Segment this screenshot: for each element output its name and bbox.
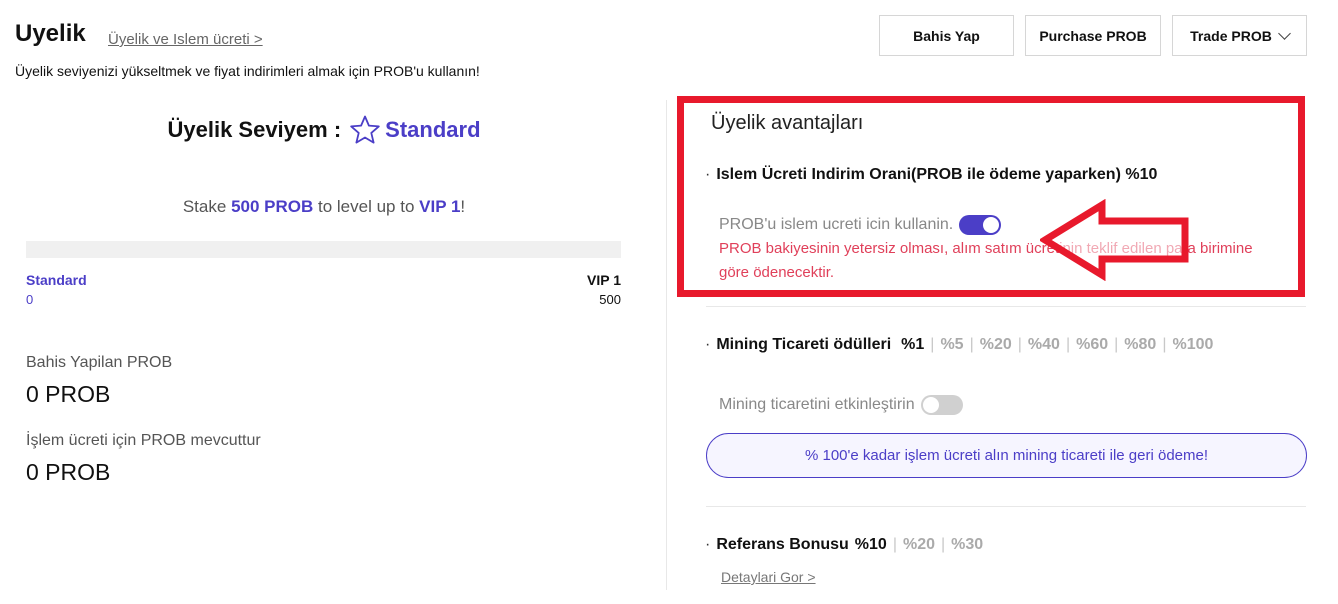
level-progress-bar	[26, 241, 621, 258]
mining-tier: %100	[1172, 336, 1214, 353]
trade-prob-dropdown[interactable]: Trade PROB	[1172, 15, 1307, 56]
tier-separator: |	[941, 536, 946, 553]
progress-to-value: 500	[599, 292, 621, 307]
mining-tier: %80	[1124, 336, 1157, 353]
referral-active-tier: %10	[854, 536, 887, 553]
staked-prob-label: Bahis Yapilan PROB	[26, 354, 173, 371]
referral-tier: %20	[902, 536, 936, 553]
toggle-knob	[922, 397, 939, 413]
stake-instruction: Stake 500 PROB to level up to VIP 1!	[0, 197, 648, 217]
bet-button[interactable]: Bahis Yap	[879, 15, 1014, 56]
star-outline-icon	[350, 115, 380, 144]
membership-level: Üyelik Seviyem : Standard	[0, 114, 648, 146]
mining-rewards-label: Mining Ticareti ödülleri	[716, 336, 892, 353]
section-divider	[706, 306, 1306, 307]
referral-tier: %30	[951, 536, 984, 553]
tier-separator: |	[1162, 336, 1167, 353]
page-title: Uyelik	[15, 20, 86, 47]
stake-prefix: Stake	[182, 197, 227, 216]
tier-separator: |	[892, 536, 897, 553]
referral-bonus-feature: · Referans Bonusu %10 | %20 | %30	[705, 536, 983, 554]
mining-tier: %60	[1076, 336, 1109, 353]
progress-to-label: VIP 1	[587, 272, 621, 288]
pointer-arrow-icon	[1040, 199, 1189, 281]
tier-separator: |	[1017, 336, 1022, 353]
referral-bonus-label: Referans Bonusu	[716, 536, 849, 553]
section-divider	[706, 506, 1306, 507]
membership-fee-link[interactable]: Üyelik ve Islem ücreti >	[108, 31, 263, 48]
tier-separator: |	[930, 336, 935, 353]
mining-rewards-feature: · Mining Ticareti ödülleri %1 | %5 | %20…	[705, 336, 1213, 354]
bullet: ·	[705, 336, 711, 353]
mining-trade-toggle[interactable]	[920, 395, 963, 415]
purchase-prob-button[interactable]: Purchase PROB	[1025, 15, 1161, 56]
highlight-box	[677, 96, 1305, 297]
progress-from-label: Standard	[26, 272, 87, 288]
stake-target-level: VIP 1	[419, 197, 461, 216]
bullet: ·	[705, 536, 711, 553]
staked-prob-value: 0 PROB	[26, 381, 111, 407]
tier-separator: |	[1114, 336, 1119, 353]
stake-suffix: !	[460, 197, 466, 216]
current-level-name: Standard	[385, 117, 481, 142]
fee-prob-label: İşlem ücreti için PROB mevcuttur	[26, 432, 261, 449]
progress-from-value: 0	[26, 292, 34, 307]
mining-trade-option: Mining ticaretini etkinleştirin	[719, 395, 963, 415]
mining-trade-option-label: Mining ticaretini etkinleştirin	[719, 396, 915, 413]
membership-level-label: Üyelik Seviyem :	[167, 117, 342, 142]
tier-separator: |	[969, 336, 974, 353]
referral-details-link[interactable]: Detaylari Gor >	[721, 569, 816, 585]
mining-tier: %5	[940, 336, 964, 353]
tier-separator: |	[1065, 336, 1071, 353]
page-subtitle: Üyelik seviyenizi yükseltmek ve fiyat in…	[15, 63, 480, 79]
stake-middle: to level up to	[318, 197, 415, 216]
mining-tier: %40	[1027, 336, 1060, 353]
mining-active-tier: %1	[901, 336, 925, 353]
mining-promo-button[interactable]: % 100'e kadar işlem ücreti alın mining t…	[706, 433, 1307, 478]
stake-amount: 500 PROB	[231, 197, 314, 216]
trade-prob-label: Trade PROB	[1190, 27, 1272, 44]
fee-prob-value: 0 PROB	[26, 459, 111, 485]
mining-tier: %20	[979, 336, 1012, 353]
column-divider	[666, 100, 667, 590]
chevron-down-icon	[1277, 26, 1291, 40]
